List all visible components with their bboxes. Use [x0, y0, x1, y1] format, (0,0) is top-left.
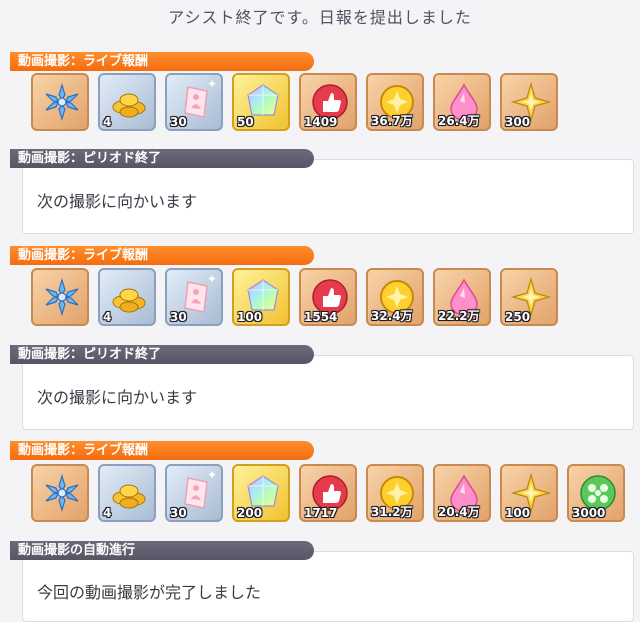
reward-item[interactable]: 4: [98, 464, 156, 522]
event-section-tag: 動画撮影の自動進行: [10, 541, 314, 560]
message-panel: 次の撮影に向かいます: [22, 159, 634, 234]
sparkle-icon: ✦: [206, 468, 217, 482]
reward-item[interactable]: ✦ 30: [165, 268, 223, 326]
reward-item[interactable]: 100: [500, 464, 558, 522]
item-quantity: 100: [237, 310, 263, 324]
item-quantity: 300: [505, 115, 531, 129]
reward-item[interactable]: 32.4万: [366, 268, 424, 326]
reward-item[interactable]: 3000: [567, 464, 625, 522]
reward-item[interactable]: 100: [232, 268, 290, 326]
reward-item[interactable]: ✦ 30: [165, 464, 223, 522]
reward-item[interactable]: 1554: [299, 268, 357, 326]
item-quantity: 3000: [572, 506, 606, 520]
reward-section-tag: 動画撮影：ライブ報酬: [10, 246, 314, 265]
reward-item[interactable]: 26.4万: [433, 73, 491, 131]
item-quantity: 36.7万: [371, 114, 413, 128]
item-quantity: 31.2万: [371, 505, 413, 519]
gold-coin-pile-icon: [108, 276, 150, 318]
item-quantity: 4: [103, 506, 112, 520]
message-text: 今回の動画撮影が完了しました: [37, 583, 262, 602]
item-quantity: 100: [505, 506, 531, 520]
reward-item[interactable]: 1717: [299, 464, 357, 522]
gold-coin-pile-icon: [108, 81, 150, 123]
message-panel: 次の撮影に向かいます: [22, 355, 634, 430]
item-quantity: 30: [170, 310, 187, 324]
item-quantity: 20.4万: [438, 505, 480, 519]
reward-section-tag: 動画撮影：ライブ報酬: [10, 52, 314, 71]
reward-item[interactable]: ✦ 30: [165, 73, 223, 131]
reward-item[interactable]: 4: [98, 73, 156, 131]
item-quantity: 26.4万: [438, 114, 480, 128]
report-feed[interactable]: 動画撮影：ライブ報酬 4 ✦ 30 50 1409 36.7万 26.4万 300 次の撮影に向か…: [0, 0, 640, 622]
reward-section-tag: 動画撮影：ライブ報酬: [10, 441, 314, 460]
item-quantity: 4: [103, 115, 112, 129]
reward-item[interactable]: 200: [232, 464, 290, 522]
reward-item[interactable]: 1409: [299, 73, 357, 131]
blue-snowflake-icon: [41, 472, 83, 514]
gold-coin-pile-icon: [108, 472, 150, 514]
item-quantity: 1409: [304, 115, 338, 129]
reward-item[interactable]: 22.2万: [433, 268, 491, 326]
item-quantity: 1717: [304, 506, 338, 520]
reward-item[interactable]: [31, 464, 89, 522]
item-quantity: 250: [505, 310, 531, 324]
reward-item[interactable]: 4: [98, 268, 156, 326]
event-section-tag: 動画撮影：ピリオド終了: [10, 345, 314, 364]
blue-snowflake-icon: [41, 81, 83, 123]
blue-snowflake-icon: [41, 276, 83, 318]
item-quantity: 30: [170, 506, 187, 520]
reward-item[interactable]: [31, 268, 89, 326]
item-quantity: 22.2万: [438, 309, 480, 323]
event-section-tag: 動画撮影：ピリオド終了: [10, 149, 314, 168]
reward-item[interactable]: 36.7万: [366, 73, 424, 131]
sparkle-icon: ✦: [206, 272, 217, 286]
reward-item[interactable]: 50: [232, 73, 290, 131]
message-text: 次の撮影に向かいます: [37, 192, 198, 211]
reward-item[interactable]: 250: [500, 268, 558, 326]
item-quantity: 200: [237, 506, 263, 520]
reward-item[interactable]: 20.4万: [433, 464, 491, 522]
sparkle-icon: ✦: [206, 77, 217, 91]
item-quantity: 4: [103, 310, 112, 324]
message-panel: 今回の動画撮影が完了しました: [22, 551, 634, 622]
reward-item[interactable]: 31.2万: [366, 464, 424, 522]
reward-item[interactable]: [31, 73, 89, 131]
item-quantity: 50: [237, 115, 254, 129]
item-quantity: 32.4万: [371, 309, 413, 323]
item-quantity: 30: [170, 115, 187, 129]
item-quantity: 1554: [304, 310, 338, 324]
reward-item[interactable]: 300: [500, 73, 558, 131]
message-text: 次の撮影に向かいます: [37, 388, 198, 407]
